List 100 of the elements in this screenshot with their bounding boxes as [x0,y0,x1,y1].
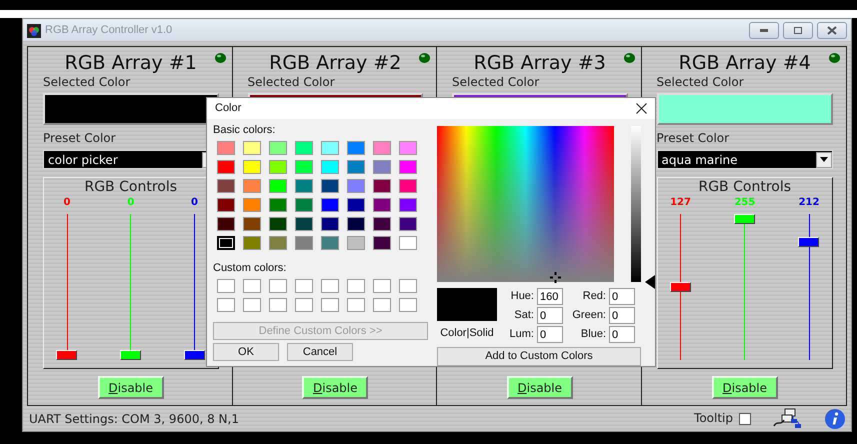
slider-thumb[interactable] [798,236,819,247]
color-spectrum[interactable] [437,126,614,282]
color-swatch[interactable] [269,160,287,174]
color-swatch[interactable] [295,160,313,174]
color-swatch[interactable] [269,198,287,212]
color-swatch[interactable] [217,217,235,231]
color-swatch[interactable] [269,217,287,231]
color-swatch[interactable] [217,198,235,212]
input-field[interactable]: 0 [537,307,563,324]
network-icon[interactable] [773,408,803,430]
color-swatch[interactable] [269,279,287,293]
color-swatch[interactable] [269,298,287,312]
color-swatch[interactable] [347,141,365,155]
minimize-button[interactable] [749,22,779,38]
color-swatch[interactable] [321,217,339,231]
color-swatch[interactable] [243,198,261,212]
color-swatch[interactable] [347,279,365,293]
color-swatch[interactable] [399,141,417,155]
color-swatch[interactable] [373,236,391,250]
color-swatch[interactable] [217,141,235,155]
slider-thumb[interactable] [184,350,204,360]
disable-button[interactable]: Disable [98,376,164,399]
slider-thumb[interactable] [120,350,141,360]
color-swatch[interactable] [399,217,417,231]
color-swatch[interactable] [347,217,365,231]
color-swatch[interactable] [217,160,235,174]
color-swatch[interactable] [373,141,391,155]
color-swatch[interactable] [243,141,261,155]
color-swatch[interactable] [373,279,391,293]
input-field[interactable]: 0 [609,307,635,324]
color-swatch[interactable] [321,179,339,193]
info-icon[interactable] [825,409,845,430]
color-swatch[interactable] [347,198,365,212]
luminosity-pointer[interactable] [645,275,655,289]
color-swatch[interactable] [295,298,313,312]
color-swatch[interactable] [295,236,313,250]
cancel-button[interactable]: Cancel [287,343,353,361]
slider-thumb[interactable] [56,350,77,360]
app-icon [27,24,41,38]
input-field[interactable]: 0 [609,326,635,343]
panel-title: RGB Array #4 [678,51,812,75]
disable-button[interactable]: Disable [302,376,368,399]
disable-button[interactable]: Disable [506,376,573,399]
color-swatch[interactable] [347,298,365,312]
color-swatch[interactable] [269,236,287,250]
input-field[interactable]: 160 [537,288,563,305]
color-swatch[interactable] [321,236,339,250]
color-swatch[interactable] [295,198,313,212]
color-swatch[interactable] [243,217,261,231]
color-swatch[interactable] [373,179,391,193]
channel-value: 212 [798,196,820,210]
color-swatch[interactable] [347,179,365,193]
color-swatch[interactable] [243,160,261,174]
color-swatch[interactable] [243,298,261,312]
color-swatch[interactable] [347,160,365,174]
preset-dropdown[interactable]: aqua marine [656,150,833,169]
dialog-title: Color [215,101,242,116]
color-swatch[interactable] [217,279,235,293]
color-swatch[interactable] [399,298,417,312]
color-swatch[interactable] [217,236,235,250]
color-swatch[interactable] [217,179,235,193]
color-swatch[interactable] [399,279,417,293]
slider-thumb[interactable] [670,282,690,292]
slider-thumb[interactable] [734,214,755,224]
color-swatch[interactable] [373,160,391,174]
color-swatch[interactable] [295,217,313,231]
color-swatch[interactable] [321,279,339,293]
color-swatch[interactable] [243,179,261,193]
section-label: Custom colors: [213,262,288,275]
maximize-button[interactable] [783,22,813,38]
color-swatch[interactable] [399,198,417,212]
color-swatch[interactable] [347,236,365,250]
tooltip-checkbox[interactable] [739,412,751,424]
color-swatch[interactable] [243,236,261,250]
color-swatch[interactable] [295,279,313,293]
color-swatch[interactable] [399,179,417,193]
color-swatch[interactable] [321,141,339,155]
add-to-custom-colors-button[interactable]: Add to Custom Colors [437,347,641,366]
input-field[interactable]: 0 [609,288,635,305]
color-swatch[interactable] [217,298,235,312]
close-icon[interactable] [636,102,647,114]
input-field[interactable]: 0 [537,326,563,343]
color-swatch[interactable] [373,217,391,231]
color-swatch[interactable] [269,179,287,193]
ok-button[interactable]: OK [213,343,279,361]
color-swatch[interactable] [269,141,287,155]
disable-button[interactable]: Disable [712,376,778,399]
color-swatch[interactable] [243,279,261,293]
field-label: Selected Color [452,75,540,90]
status-led-icon [624,53,634,63]
color-swatch[interactable] [295,141,313,155]
color-swatch[interactable] [321,298,339,312]
color-swatch[interactable] [295,179,313,193]
color-swatch[interactable] [399,160,417,174]
color-swatch[interactable] [399,236,417,250]
color-swatch[interactable] [321,160,339,174]
color-swatch[interactable] [321,198,339,212]
color-swatch[interactable] [373,298,391,312]
color-swatch[interactable] [373,198,391,212]
close-button[interactable] [817,22,847,38]
